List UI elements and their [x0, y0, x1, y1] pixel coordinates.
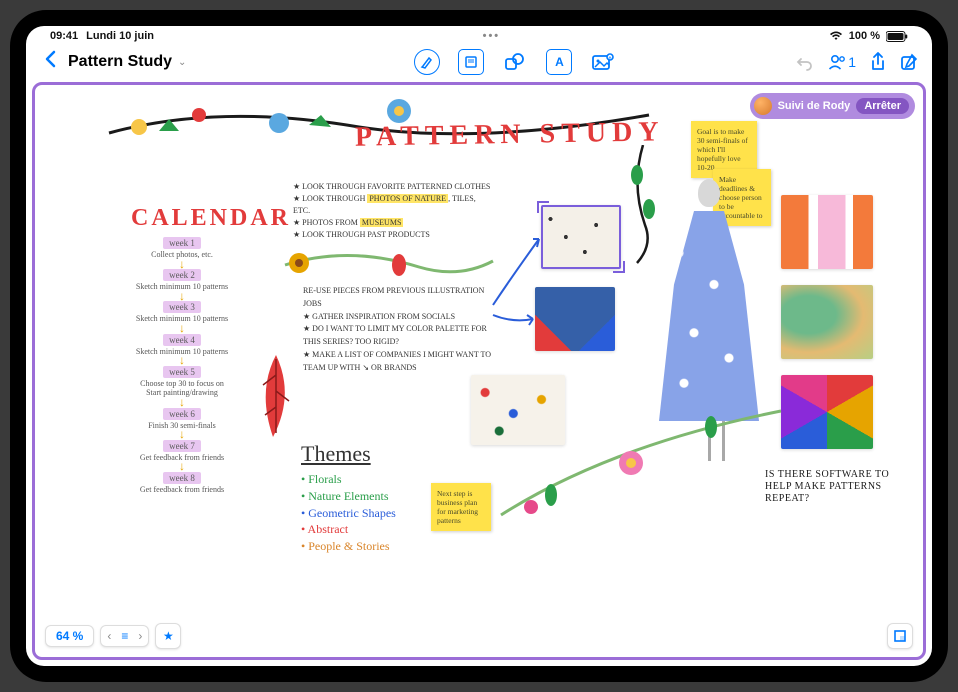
board-canvas[interactable]: Suivi de Rody Arrêter PATTERN STUDY: [32, 82, 926, 660]
hand-note: IS THERE SOFTWARE TO HELP MAKE PATTERNS …: [765, 469, 895, 505]
arrow-down-icon: ↓: [179, 462, 185, 472]
arrow-down-icon: ↓: [179, 324, 185, 334]
theme-item: • Florals: [301, 471, 396, 488]
share-button[interactable]: [870, 52, 886, 72]
pattern-swatch-floral[interactable]: [535, 287, 615, 351]
themes-list: • Florals • Nature Elements • Geometric …: [301, 471, 396, 555]
status-bar: 09:41 Lundi 10 juin ••• 100 %: [26, 26, 932, 46]
scenes-list-button[interactable]: ≡: [121, 629, 128, 643]
text-tool-button[interactable]: A: [546, 49, 572, 75]
board-heading: PATTERN STUDY: [355, 116, 665, 153]
pen-tool-button[interactable]: [414, 49, 440, 75]
date-label: Lundi 10 juin: [86, 30, 154, 42]
view-controls: 64 % ‹ ≡ › ★: [45, 623, 913, 649]
sticky-tool-button[interactable]: [458, 49, 484, 75]
note-line: ★ LOOK THROUGH PHOTOS OF NATURE, TILES, …: [293, 193, 493, 217]
undo-button[interactable]: [796, 53, 814, 71]
week-label: week 7: [163, 440, 201, 452]
arrow-down-icon: ↓: [179, 260, 185, 270]
media-tool-button[interactable]: +: [590, 49, 616, 75]
zoom-level-button[interactable]: 64 %: [45, 625, 94, 647]
note-line: ★ LOOK THROUGH PAST PRODUCTS: [293, 229, 493, 241]
themes-heading: Themes: [301, 441, 371, 467]
note-line: ★ PHOTOS FROM MUSEUMS: [293, 217, 493, 229]
collaborators-button[interactable]: 1: [828, 54, 856, 70]
theme-item: • Nature Elements: [301, 488, 396, 505]
note-line: ★ DO I WANT TO LIMIT MY COLOR PALETTE FO…: [303, 323, 503, 349]
notes-mid: RE-USE PIECES FROM PREVIOUS ILLUSTRATION…: [303, 285, 503, 375]
favorite-scene-button[interactable]: ★: [155, 623, 181, 649]
collaborator-count: 1: [848, 54, 856, 70]
week-label: week 4: [163, 334, 201, 346]
pattern-swatch-watercolor[interactable]: [781, 285, 873, 359]
shapes-tool-button[interactable]: [502, 49, 528, 75]
multitask-dots[interactable]: •••: [483, 30, 501, 42]
following-label: Suivi de Rody: [778, 100, 851, 112]
battery-icon: [886, 31, 908, 42]
arrow-down-icon: ↓: [179, 430, 185, 440]
week-label: week 6: [163, 408, 201, 420]
wifi-icon: [829, 31, 843, 41]
next-scene-button[interactable]: ›: [138, 629, 142, 643]
minimap-button[interactable]: [887, 623, 913, 649]
board-title-button[interactable]: Pattern Study ⌄: [68, 53, 186, 71]
pattern-swatch-stripes[interactable]: [781, 195, 873, 269]
pattern-swatch-confetti[interactable]: [471, 375, 565, 445]
prev-scene-button[interactable]: ‹: [107, 629, 111, 643]
week-label: week 1: [163, 237, 201, 249]
week-label: week 2: [163, 269, 201, 281]
note-line: ★ MAKE A LIST OF COMPANIES I MIGHT WANT …: [303, 349, 503, 375]
chevron-down-icon: ⌄: [176, 57, 186, 68]
battery-label: 100 %: [849, 30, 880, 42]
theme-item: • Geometric Shapes: [301, 505, 396, 522]
pattern-swatch-rays[interactable]: [781, 375, 873, 449]
toolbar: Pattern Study ⌄ A +: [26, 46, 932, 82]
week-desc: Get feedback from friends: [140, 484, 224, 495]
dress-illustration[interactable]: [653, 179, 765, 469]
avatar: [754, 97, 772, 115]
sticky-note-nextstep[interactable]: Next step is business plan for marketing…: [431, 483, 491, 531]
stop-following-button[interactable]: Arrêter: [856, 98, 909, 114]
week-label: week 5: [163, 366, 201, 378]
calendar-list: week 1 Collect photos, etc. ↓ week 2 Ske…: [105, 237, 259, 495]
time-label: 09:41: [50, 30, 78, 42]
week-label: week 3: [163, 301, 201, 313]
notes-top: ★ LOOK THROUGH FAVORITE PATTERNED CLOTHE…: [293, 181, 493, 241]
arrow-down-icon: ↓: [179, 398, 185, 408]
vine-decor-mid: [279, 241, 499, 291]
theme-item: • People & Stories: [301, 538, 396, 555]
arrow-down-icon: ↓: [179, 292, 185, 302]
pattern-swatch-dots[interactable]: [541, 205, 621, 269]
note-line: ★ LOOK THROUGH FAVORITE PATTERNED CLOTHE…: [293, 181, 493, 193]
note-line: ★ GATHER INSPIRATION FROM SOCIALS: [303, 311, 503, 324]
following-banner: Suivi de Rody Arrêter: [750, 93, 915, 119]
calendar-heading: CALENDAR: [131, 205, 291, 232]
board-title: Pattern Study: [68, 53, 172, 71]
arrow-down-icon: ↓: [179, 356, 185, 366]
back-button[interactable]: [40, 50, 60, 74]
theme-item: • Abstract: [301, 521, 396, 538]
week-label: week 8: [163, 472, 201, 484]
compose-button[interactable]: [900, 53, 918, 71]
svg-text:+: +: [609, 56, 612, 62]
note-line: RE-USE PIECES FROM PREVIOUS ILLUSTRATION…: [303, 285, 503, 311]
scene-nav: ‹ ≡ ›: [100, 625, 149, 647]
